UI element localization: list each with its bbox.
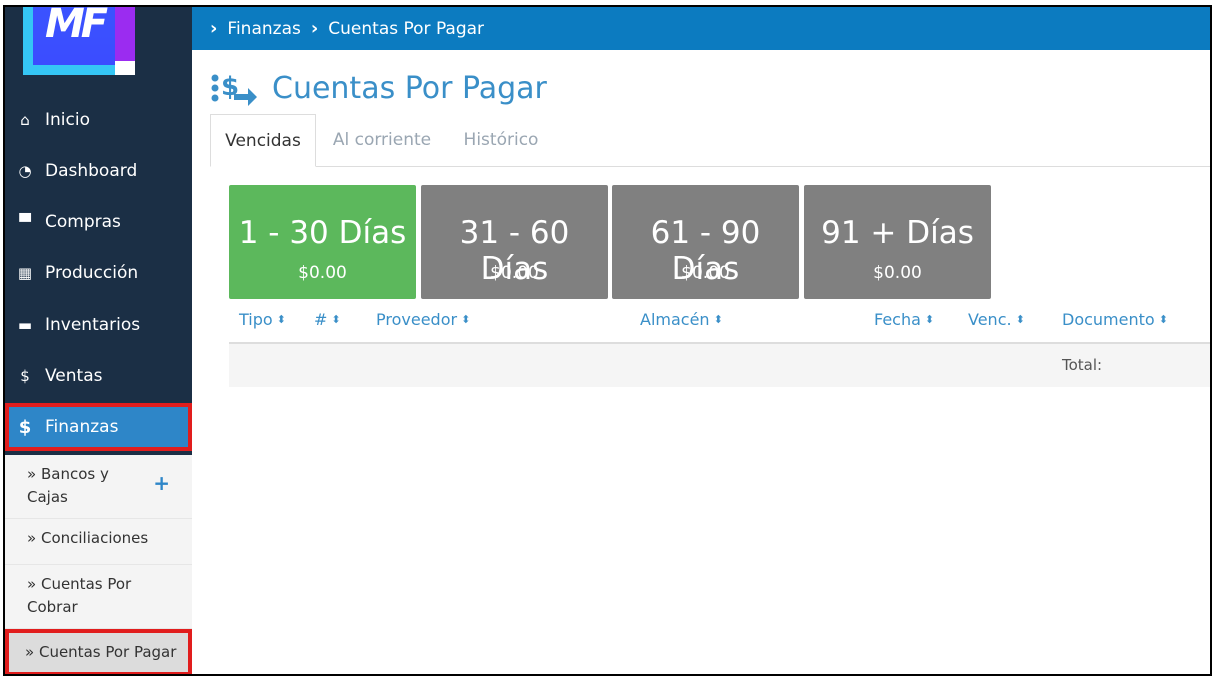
column-header-label: Documento — [1062, 310, 1155, 329]
sidebar-item-label: Inicio — [45, 110, 90, 130]
submenu-label: Conciliaciones — [40, 529, 149, 547]
tab-bar: Vencidas Al corriente Histórico — [210, 114, 1210, 167]
sort-icon: ⬍ — [924, 313, 935, 326]
column-header-documento[interactable]: Documento ⬍ — [1062, 310, 1168, 329]
column-header-label: Venc. — [968, 310, 1012, 329]
submenu-item-conciliaciones[interactable]: » Conciliaciones — [5, 519, 192, 565]
submenu-item-cuentas-por-cobrar[interactable]: » Cuentas Por Cobrar — [5, 565, 192, 629]
breadcrumb: › Finanzas › Cuentas Por Pagar — [192, 7, 1210, 50]
column-header-label: # — [314, 310, 328, 329]
chevron-double-right-icon: » — [27, 575, 37, 593]
column-header-number[interactable]: # ⬍ — [314, 310, 341, 329]
home-icon: ⌂ — [20, 111, 30, 129]
column-header-venc[interactable]: Venc. ⬍ — [968, 310, 1025, 329]
card-amount: $0.00 — [490, 263, 539, 283]
sidebar-item-ventas[interactable]: $ Ventas — [5, 352, 192, 400]
sort-icon: ⬍ — [276, 313, 286, 326]
column-header-label: Almacén — [640, 310, 710, 329]
sidebar-item-inicio[interactable]: ⌂ Inicio — [5, 96, 192, 144]
aging-card-1-30[interactable]: 1 - 30 Días $0.00 — [229, 185, 416, 299]
sort-icon: ⬍ — [1158, 313, 1168, 326]
submenu-label: Cuentas Por Cobrar — [27, 575, 132, 616]
column-header-proveedor[interactable]: Proveedor ⬍ — [376, 310, 470, 329]
page-header: $ Cuentas Por Pagar — [210, 70, 547, 106]
sort-icon: ⬍ — [331, 313, 341, 326]
tab-vencidas[interactable]: Vencidas — [210, 114, 316, 167]
total-label: Total: — [1062, 356, 1103, 374]
submenu-item-cuentas-por-pagar[interactable]: » Cuentas Por Pagar — [5, 629, 192, 676]
aging-card-91-plus[interactable]: 91 + Días $0.00 — [804, 185, 991, 299]
breadcrumb-item-finanzas[interactable]: Finanzas — [227, 19, 300, 39]
cart-icon: ▀ — [19, 213, 31, 231]
dashboard-icon: ◔ — [18, 162, 32, 180]
sidebar-item-finanzas[interactable]: $ Finanzas — [5, 403, 192, 451]
chevron-right-icon: › — [310, 18, 319, 39]
submenu-item-bancos[interactable]: » Bancos y Cajas + — [5, 455, 192, 519]
sidebar-item-label: Dashboard — [45, 161, 138, 181]
sidebar-item-compras[interactable]: ▀ Compras — [5, 198, 192, 246]
factory-icon: ▦ — [17, 264, 33, 282]
aging-card-31-60[interactable]: 31 - 60 Días $0.00 — [421, 185, 608, 299]
sort-icon: ⬍ — [713, 313, 723, 326]
sidebar-item-inventarios[interactable]: ▬ Inventarios — [5, 301, 192, 349]
warehouse-icon: ▬ — [17, 316, 33, 334]
tab-historico[interactable]: Histórico — [450, 114, 552, 166]
app-logo[interactable]: MF — [23, 7, 135, 75]
sidebar-item-label: Producción — [45, 263, 139, 283]
dollar-icon: $ — [18, 416, 32, 438]
card-days: 91 + Días — [821, 215, 974, 251]
breadcrumb-item-current: Cuentas Por Pagar — [328, 18, 485, 39]
sidebar: MF ⌂ Inicio ◔ Dashboard ▀ Compras ▦ Prod… — [5, 7, 192, 676]
money-transfer-icon: $ — [211, 72, 257, 106]
column-header-label: Fecha — [874, 310, 921, 329]
chevron-double-right-icon: » — [27, 529, 37, 547]
column-header-tipo[interactable]: Tipo ⬍ — [239, 310, 286, 329]
sidebar-item-dashboard[interactable]: ◔ Dashboard — [5, 147, 192, 195]
card-amount: $0.00 — [873, 263, 922, 283]
submenu-label: Bancos y Cajas — [27, 465, 109, 506]
page-title: Cuentas Por Pagar — [272, 70, 547, 106]
card-days: 1 - 30 Días — [238, 215, 407, 251]
column-header-label: Proveedor — [376, 310, 458, 329]
card-amount: $0.00 — [298, 263, 347, 283]
sidebar-item-label: Finanzas — [45, 417, 119, 437]
sidebar-item-label: Ventas — [45, 366, 103, 386]
submenu-label: Cuentas Por Pagar — [38, 643, 177, 661]
column-header-almacen[interactable]: Almacén ⬍ — [640, 310, 723, 329]
aging-card-61-90[interactable]: 61 - 90 Días $0.00 — [612, 185, 799, 299]
sidebar-item-produccion[interactable]: ▦ Producción — [5, 249, 192, 297]
card-amount: $0.00 — [681, 263, 730, 283]
tab-al-corriente[interactable]: Al corriente — [326, 114, 438, 166]
sidebar-item-label: Compras — [45, 212, 121, 232]
sort-icon: ⬍ — [1015, 313, 1025, 326]
logo-text: MF — [45, 7, 108, 47]
chevron-double-right-icon: » — [25, 643, 35, 661]
chevron-double-right-icon: » — [27, 465, 37, 483]
sidebar-item-label: Inventarios — [45, 315, 141, 335]
sales-icon: $ — [20, 367, 30, 385]
add-icon[interactable]: + — [153, 471, 170, 495]
column-header-label: Tipo — [239, 310, 273, 329]
sort-icon: ⬍ — [461, 313, 471, 326]
chevron-right-icon: › — [210, 18, 218, 39]
column-header-fecha[interactable]: Fecha ⬍ — [874, 310, 934, 329]
